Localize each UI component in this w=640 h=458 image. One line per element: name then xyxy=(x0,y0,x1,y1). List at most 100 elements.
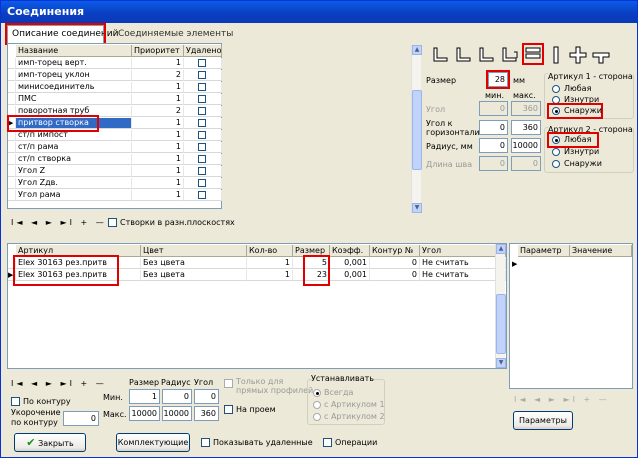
max-size-input[interactable]: 10000 xyxy=(129,406,160,421)
horizon-max-input[interactable]: 360 xyxy=(511,120,541,135)
deleted-checkbox[interactable] xyxy=(198,179,206,187)
install-with-article1-radio[interactable] xyxy=(313,401,321,409)
min-size-input[interactable]: 1 xyxy=(129,389,160,404)
col-header-article[interactable]: Артикул xyxy=(16,245,141,257)
col-header-qty[interactable]: Кол-во xyxy=(247,245,293,257)
col-header-priority[interactable]: Приоритет xyxy=(132,45,184,57)
min-radius-input[interactable]: 0 xyxy=(162,389,192,404)
max-radius-input[interactable]: 10000 xyxy=(162,406,192,421)
article2-outside-radio[interactable] xyxy=(552,160,560,168)
article1-outside-label: Снаружи xyxy=(564,106,602,115)
col-header-deleted[interactable]: Удалено xyxy=(184,45,222,57)
connection-shape-l2-icon[interactable] xyxy=(454,46,472,64)
components-button[interactable]: Комплектующие xyxy=(116,433,190,452)
deleted-checkbox[interactable] xyxy=(198,59,206,67)
connection-shape-l4-icon[interactable] xyxy=(500,46,518,64)
col-header-value[interactable]: Значение xyxy=(570,245,632,257)
table-row[interactable]: имп-торец верт. 1 xyxy=(8,58,222,69)
table-row[interactable]: имп-торец уклон 2 xyxy=(8,70,222,81)
connection-shape-bar-icon[interactable] xyxy=(547,46,565,64)
max-header: макс. xyxy=(513,91,536,100)
angle-max-input[interactable]: 360 xyxy=(511,101,541,116)
table-row[interactable]: ст/п импост 1 xyxy=(8,130,222,141)
radius-min-input[interactable]: 0 xyxy=(479,138,508,153)
articles-scroll-down-icon[interactable]: ▼ xyxy=(496,358,506,368)
table-row[interactable]: Угол Zдв. 1 xyxy=(8,178,222,189)
table-row[interactable]: минисоединитель 1 xyxy=(8,82,222,93)
deleted-checkbox[interactable] xyxy=(198,155,206,163)
deleted-checkbox[interactable] xyxy=(198,191,206,199)
horizon-min-input[interactable]: 0 xyxy=(479,120,508,135)
connection-shape-l-icon[interactable] xyxy=(431,46,449,64)
table-row[interactable]: поворотная труб 2 xyxy=(8,106,222,117)
deleted-checkbox[interactable] xyxy=(198,119,206,127)
connection-shape-cross-icon[interactable] xyxy=(569,46,587,64)
connection-shape-selected-icon[interactable] xyxy=(522,43,544,65)
deleted-checkbox[interactable] xyxy=(198,131,206,139)
radius-max-input[interactable]: 10000 xyxy=(511,138,541,153)
articles-scroll-thumb[interactable] xyxy=(496,294,506,354)
scroll-thumb[interactable] xyxy=(412,90,422,170)
min-angle-input[interactable]: 0 xyxy=(194,389,219,404)
col-header-parameter[interactable]: Параметр xyxy=(518,245,570,257)
operations-checkbox[interactable] xyxy=(323,438,332,447)
connection-name: имп-торец уклон xyxy=(16,70,132,81)
connections-scrollbar[interactable]: ▲ ▼ xyxy=(411,45,422,213)
close-button[interactable]: ✔ Закрыть xyxy=(14,433,86,452)
connection-shape-l3-icon[interactable] xyxy=(477,46,495,64)
tab-connection-description[interactable]: Описание соединений xyxy=(5,23,118,45)
table-row[interactable]: ПМС 1 xyxy=(8,94,222,105)
straight-only-label-2: прямых профилей xyxy=(236,386,314,395)
straight-only-checkbox[interactable] xyxy=(224,379,233,388)
articles-scroll-up-icon[interactable]: ▲ xyxy=(496,244,506,254)
max-angle-input[interactable]: 360 xyxy=(194,406,219,421)
table-row[interactable]: ст/п створка 1 xyxy=(8,154,222,165)
deleted-checkbox[interactable] xyxy=(198,107,206,115)
col-header-coef[interactable]: Коэфф. xyxy=(330,245,370,257)
article1-outside-radio[interactable] xyxy=(552,107,560,115)
connection-priority: 2 xyxy=(132,70,184,81)
table-row[interactable]: Угол рама 1 xyxy=(8,190,222,201)
parameters-button[interactable]: Параметры xyxy=(513,411,573,430)
deleted-checkbox[interactable] xyxy=(198,143,206,151)
articles-scrollbar[interactable]: ▲ ▼ xyxy=(495,244,506,368)
deleted-checkbox[interactable] xyxy=(198,95,206,103)
sashes-checkbox[interactable] xyxy=(108,218,117,227)
shortening-input[interactable]: 0 xyxy=(63,411,99,426)
articles-navigator[interactable]: I◄ ◄ ► ►I + — xyxy=(11,379,107,388)
tab-connected-elements[interactable]: Соединяемые элементы xyxy=(113,25,233,43)
table-row[interactable]: Угол Z1 xyxy=(8,166,222,177)
deleted-checkbox[interactable] xyxy=(198,71,206,79)
table-row[interactable]: ст/п рама 1 xyxy=(8,142,222,153)
article1-any-label: Любая xyxy=(564,84,592,93)
install-with-article2-radio[interactable] xyxy=(313,413,321,421)
article1-any-radio[interactable] xyxy=(552,85,560,93)
row-indicator xyxy=(8,130,16,141)
col-header-color[interactable]: Цвет xyxy=(141,245,247,257)
parameters-navigator[interactable]: I◄ ◄ ► ►I + — xyxy=(514,395,610,404)
article-coef-cell: 0,001 xyxy=(330,258,370,269)
seam-length-min-input[interactable]: 0 xyxy=(479,156,508,171)
connection-shape-tee-icon[interactable] xyxy=(592,46,610,64)
article-angle-cell: Не считать xyxy=(420,270,506,281)
col-header-name[interactable]: Название xyxy=(16,45,132,57)
show-deleted-checkbox[interactable] xyxy=(201,438,210,447)
article1-inside-radio[interactable] xyxy=(552,96,560,104)
min-label-bottom: Мин. xyxy=(103,393,123,402)
scroll-up-icon[interactable]: ▲ xyxy=(412,45,422,55)
install-always-radio[interactable] xyxy=(313,389,321,397)
deleted-checkbox[interactable] xyxy=(198,83,206,91)
scroll-down-icon[interactable]: ▼ xyxy=(412,203,422,213)
col-header-contour[interactable]: Контур № xyxy=(370,245,420,257)
angle-min-input[interactable]: 0 xyxy=(479,101,508,116)
col-header-angle[interactable]: Угол xyxy=(420,245,506,257)
size-input[interactable]: 28 xyxy=(486,70,510,89)
article2-any-radio[interactable] xyxy=(552,136,560,144)
article2-inside-radio[interactable] xyxy=(552,148,560,156)
connections-navigator[interactable]: I◄ ◄ ► ►I + — xyxy=(11,218,107,227)
seam-length-max-input[interactable]: 0 xyxy=(511,156,541,171)
col-header-size[interactable]: Размер xyxy=(293,245,330,257)
on-opening-checkbox[interactable] xyxy=(224,405,233,414)
deleted-checkbox[interactable] xyxy=(198,167,206,175)
by-contour-checkbox[interactable] xyxy=(11,397,20,406)
